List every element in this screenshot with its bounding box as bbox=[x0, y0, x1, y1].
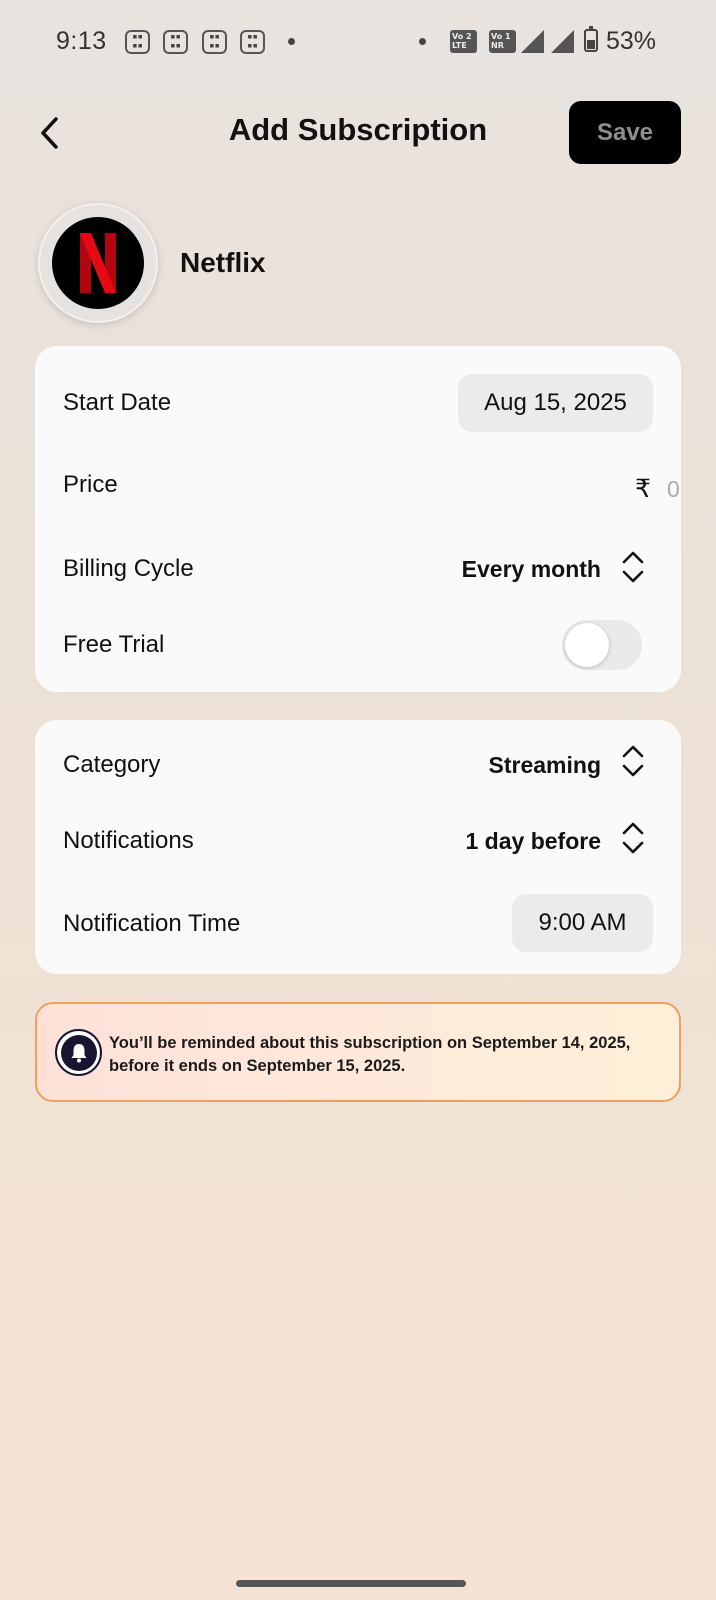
price-input[interactable]: 0 bbox=[667, 476, 680, 503]
start-date-picker[interactable]: Aug 15, 2025 bbox=[458, 374, 653, 432]
more-notifications-dot bbox=[288, 38, 295, 45]
chevron-up-down-icon[interactable] bbox=[621, 821, 645, 855]
battery-icon bbox=[584, 26, 598, 52]
start-date-label: Start Date bbox=[63, 389, 172, 416]
bell-icon bbox=[55, 1029, 102, 1076]
calculator-icon: ▪▪ ▪▪ bbox=[202, 30, 227, 54]
notification-settings-card: Category Streaming Notifications 1 day b… bbox=[35, 720, 681, 974]
chevron-up-down-icon[interactable] bbox=[621, 744, 645, 778]
volte-sim1-icon: Vo 2 LTE bbox=[450, 30, 477, 53]
currency-symbol: ₹ bbox=[635, 475, 651, 503]
chevron-up-down-icon[interactable] bbox=[621, 550, 645, 584]
calculator-icon: ▪▪ ▪▪ bbox=[163, 30, 188, 54]
notification-time-picker[interactable]: 9:00 AM bbox=[512, 894, 653, 952]
free-trial-label: Free Trial bbox=[63, 631, 165, 658]
reminder-banner: You’ll be reminded about this subscripti… bbox=[35, 1002, 681, 1102]
notifications-select[interactable]: 1 day before bbox=[466, 828, 602, 855]
signal-roaming-icon bbox=[551, 30, 574, 53]
home-indicator[interactable] bbox=[236, 1580, 466, 1587]
billing-cycle-label: Billing Cycle bbox=[63, 555, 194, 582]
reminder-text: You’ll be reminded about this subscripti… bbox=[109, 1034, 631, 1075]
subscription-details-card: Start Date Aug 15, 2025 Price ₹ 0 Billin… bbox=[35, 346, 681, 692]
service-logo[interactable] bbox=[38, 203, 158, 323]
netflix-logo-icon bbox=[52, 217, 144, 309]
status-dot bbox=[419, 38, 426, 45]
category-label: Category bbox=[63, 751, 161, 778]
calculator-icon: ▪▪ ▪▪ bbox=[240, 30, 265, 54]
signal-icon bbox=[521, 30, 544, 53]
volte-sim2-icon: Vo 1 NR bbox=[489, 30, 516, 53]
service-name: Netflix bbox=[180, 247, 266, 278]
save-button[interactable]: Save bbox=[569, 101, 681, 164]
status-bar: 9:13 ▪▪ ▪▪ ▪▪ ▪▪ ▪▪ ▪▪ ▪▪ ▪▪ Vo 2 LTE Vo 1 N… bbox=[0, 0, 716, 84]
notification-time-label: Notification Time bbox=[63, 910, 241, 937]
price-label: Price bbox=[63, 471, 118, 498]
billing-cycle-select[interactable]: Every month bbox=[462, 556, 601, 583]
toggle-knob bbox=[565, 623, 609, 667]
battery-percentage: 53% bbox=[606, 27, 657, 55]
category-select[interactable]: Streaming bbox=[489, 752, 601, 779]
status-time: 9:13 bbox=[56, 27, 107, 55]
notifications-label: Notifications bbox=[63, 827, 194, 854]
free-trial-toggle[interactable] bbox=[562, 620, 642, 670]
calculator-icon: ▪▪ ▪▪ bbox=[125, 30, 150, 54]
